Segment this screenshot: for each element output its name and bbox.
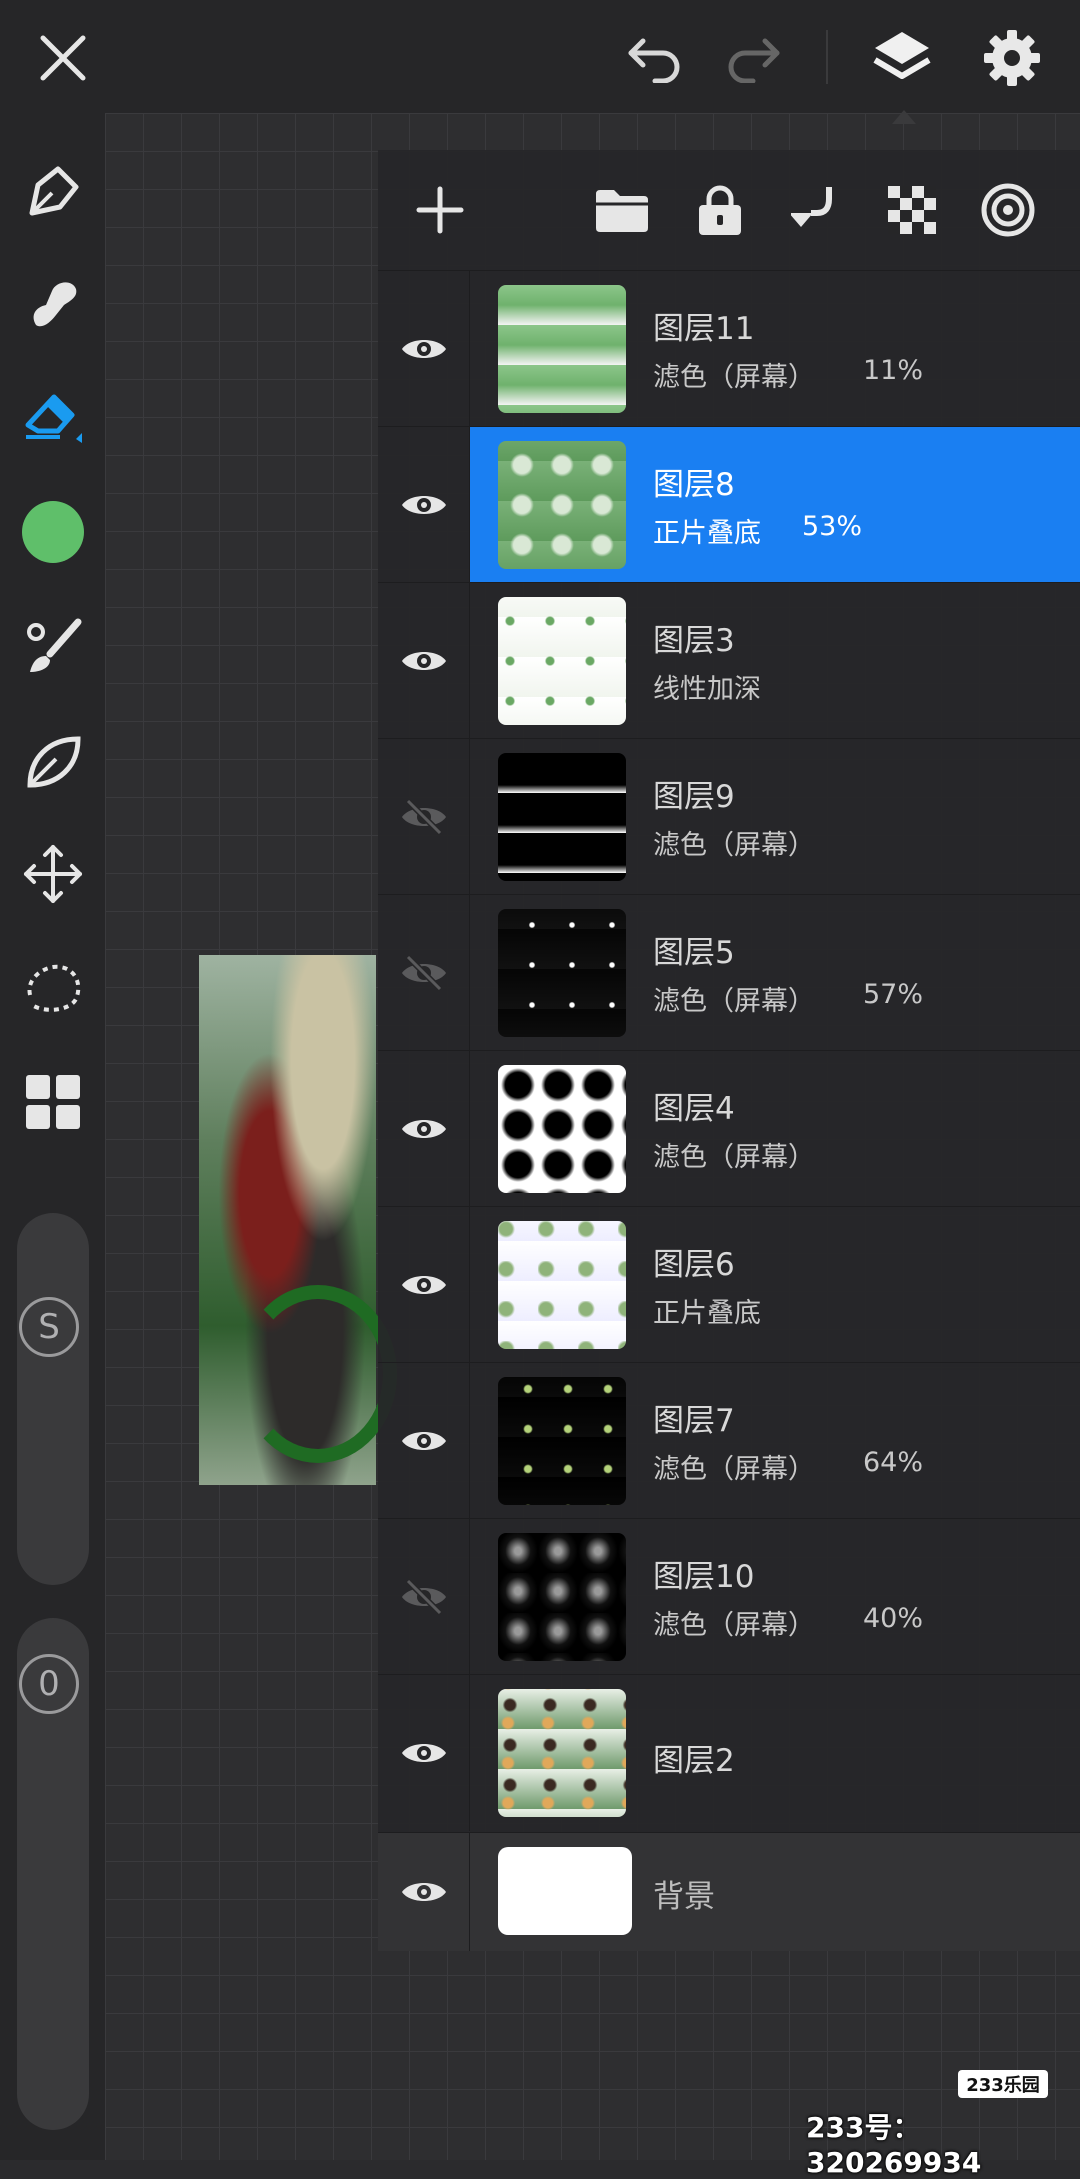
toolbar-divider: [826, 30, 828, 84]
eye-icon[interactable]: [378, 1051, 470, 1207]
add-layer-icon[interactable]: [408, 178, 472, 242]
layer-thumbnail: [498, 597, 626, 725]
undo-icon[interactable]: [620, 28, 690, 88]
layer-row[interactable]: 图层8 正片叠底 53%: [378, 426, 1080, 583]
layer-thumbnail: [498, 753, 626, 881]
background-layer-row[interactable]: 背景: [378, 1832, 1080, 1951]
layer-thumbnail: [498, 1221, 626, 1349]
eye-icon[interactable]: [378, 427, 470, 583]
layer-name: 图层7: [653, 1403, 735, 1439]
layer-thumbnail: [498, 1689, 626, 1817]
panel-pointer: [892, 110, 916, 124]
brush-tool-icon[interactable]: [14, 608, 92, 686]
watermark-text: 233号：320269934: [806, 2111, 982, 2179]
layer-row[interactable]: 图层11 滤色（屏幕） 11%: [378, 270, 1080, 427]
blend-mode-label: 滤色（屏幕）: [653, 986, 815, 1017]
eye-off-icon[interactable]: [378, 739, 470, 895]
artwork-preview: [199, 955, 397, 1485]
close-icon[interactable]: [30, 25, 96, 91]
layer-name: 图层11: [653, 311, 755, 347]
top-toolbar: [0, 0, 1080, 124]
background-thumbnail: [498, 1847, 632, 1935]
layer-name: 图层2: [653, 1743, 735, 1779]
layer-name: 图层5: [653, 935, 735, 971]
layer-name: 图层3: [653, 623, 735, 659]
eye-off-icon[interactable]: [378, 1519, 470, 1675]
blend-mode-label: 滤色（屏幕）: [653, 1454, 815, 1485]
eye-icon[interactable]: [378, 1207, 470, 1363]
gear-icon[interactable]: [976, 22, 1048, 94]
left-toolbar: S 0: [0, 113, 105, 2160]
eye-icon[interactable]: [378, 583, 470, 739]
merge-down-icon[interactable]: [784, 178, 848, 242]
eye-icon[interactable]: [378, 271, 470, 427]
pen-tool-icon[interactable]: [14, 153, 92, 231]
lock-icon[interactable]: [688, 178, 752, 242]
layer-row[interactable]: 图层7 滤色（屏幕） 64%: [378, 1362, 1080, 1519]
eye-off-icon[interactable]: [378, 895, 470, 1051]
brush-opacity-slider[interactable]: 0: [17, 1618, 89, 2130]
layer-opacity-label: 40%: [863, 1603, 924, 1634]
layer-name: 图层6: [653, 1247, 735, 1283]
blend-mode-label: 正片叠底: [653, 518, 761, 549]
watermark-logo: 233乐园: [958, 2070, 1048, 2098]
layer-opacity-label: 64%: [863, 1447, 924, 1478]
layer-thumbnail: [498, 1533, 626, 1661]
transparency-lock-icon[interactable]: [880, 178, 944, 242]
vector-tool-icon[interactable]: [14, 723, 92, 801]
layer-opacity-label: 11%: [863, 355, 924, 386]
move-tool-icon[interactable]: [14, 835, 92, 913]
layer-thumbnail: [498, 285, 626, 413]
layer-row[interactable]: 图层6 正片叠底: [378, 1206, 1080, 1363]
layer-name: 图层10: [653, 1559, 755, 1595]
layer-name: 图层9: [653, 779, 735, 815]
brush-size-slider[interactable]: S: [17, 1213, 89, 1585]
blend-mode-label: 正片叠底: [653, 1298, 761, 1329]
redo-icon[interactable]: [718, 28, 788, 88]
color-picker-swatch[interactable]: [14, 493, 92, 571]
blend-mode-label: 滤色（屏幕）: [653, 830, 815, 861]
eye-icon[interactable]: [378, 1363, 470, 1519]
layer-row[interactable]: 图层5 滤色（屏幕） 57%: [378, 894, 1080, 1051]
blend-mode-label: 滤色（屏幕）: [653, 1610, 815, 1641]
brush-opacity-knob[interactable]: 0: [19, 1654, 79, 1714]
eye-icon[interactable]: [378, 1675, 470, 1831]
layer-row[interactable]: 图层2: [378, 1674, 1080, 1831]
smudge-tool-icon[interactable]: [14, 263, 92, 341]
layer-thumbnail: [498, 1377, 626, 1505]
layer-name: 图层8: [653, 467, 735, 503]
layer-opacity-label: 57%: [863, 979, 924, 1010]
lasso-tool-icon[interactable]: [14, 949, 92, 1027]
target-icon[interactable]: [976, 178, 1040, 242]
layers-panel: 图层11 滤色（屏幕） 11% 图层8 正片叠底 53% 图层3 线性加深 图层9 滤色（屏幕）图…: [378, 150, 1080, 1951]
layer-thumbnail: [498, 1065, 626, 1193]
layer-name: 图层4: [653, 1091, 735, 1127]
brush-size-knob[interactable]: S: [19, 1297, 79, 1357]
layer-opacity-label: 53%: [802, 511, 863, 542]
folder-icon[interactable]: [590, 178, 654, 242]
eraser-tool-icon[interactable]: [14, 375, 92, 453]
layer-thumbnail: [498, 909, 626, 1037]
layer-row[interactable]: 图层4 滤色（屏幕）: [378, 1050, 1080, 1207]
layer-thumbnail: [498, 441, 626, 569]
layers-icon[interactable]: [866, 22, 938, 92]
blend-mode-label: 线性加深: [653, 674, 761, 705]
layer-row[interactable]: 图层10 滤色（屏幕） 40%: [378, 1518, 1080, 1675]
layers-panel-toolbar: [378, 150, 1080, 270]
blend-mode-label: 滤色（屏幕）: [653, 362, 815, 393]
grid-menu-icon[interactable]: [14, 1063, 92, 1141]
layer-row[interactable]: 图层3 线性加深: [378, 582, 1080, 739]
layer-row[interactable]: 图层9 滤色（屏幕）: [378, 738, 1080, 895]
visibility-toggle[interactable]: [378, 1833, 470, 1951]
blend-mode-label: 滤色（屏幕）: [653, 1142, 815, 1173]
background-layer-name: 背景: [653, 1879, 715, 1915]
